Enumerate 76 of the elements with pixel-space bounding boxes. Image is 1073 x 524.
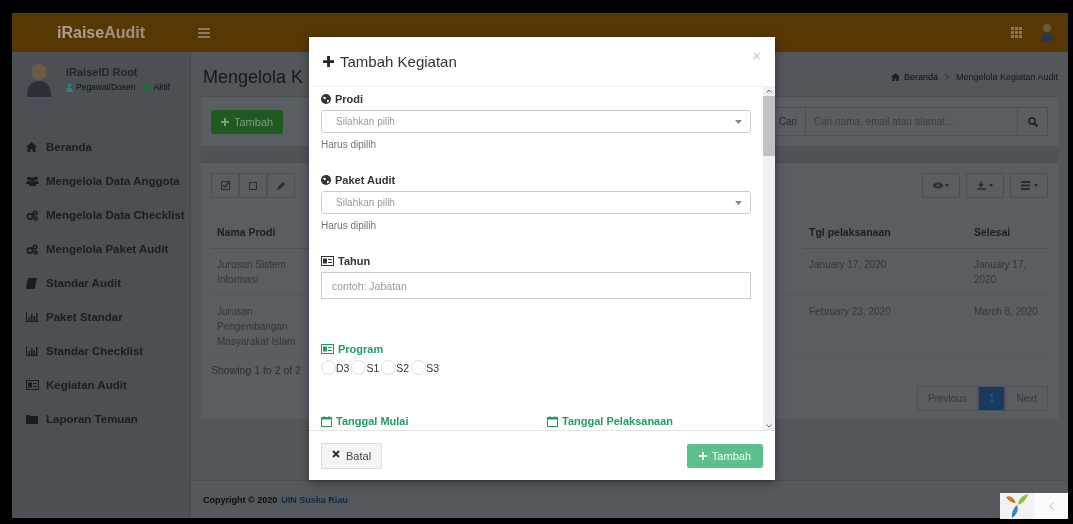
radio-label: D3 bbox=[336, 361, 350, 374]
cancel-button[interactable]: Batal bbox=[321, 442, 383, 469]
book-icon bbox=[26, 277, 37, 289]
breadcrumb-link[interactable]: Beranda bbox=[903, 72, 938, 82]
home-icon bbox=[890, 73, 900, 81]
checked-box-icon bbox=[220, 181, 230, 190]
radio-label: S2 bbox=[396, 361, 410, 374]
home-icon bbox=[26, 142, 37, 152]
user-role: Pegawai/Dosen bbox=[76, 82, 136, 92]
column-header[interactable]: Selesai bbox=[968, 216, 1048, 249]
id-card-icon bbox=[321, 344, 334, 354]
select-field[interactable]: Silahkan pilih bbox=[321, 110, 751, 133]
scroll-up-icon[interactable] bbox=[766, 89, 772, 93]
scroll-thumb[interactable] bbox=[763, 96, 775, 156]
bar-chart-icon bbox=[26, 312, 38, 322]
text-field[interactable]: contoh: Jabatan bbox=[321, 272, 751, 299]
dialog-title: Tambah Kegiatan bbox=[340, 53, 457, 70]
download-icon bbox=[977, 181, 993, 190]
chevron-icon bbox=[1048, 502, 1054, 510]
check-all-button[interactable] bbox=[211, 173, 239, 198]
user-avatar-icon[interactable] bbox=[1040, 22, 1054, 43]
edit-button[interactable] bbox=[267, 173, 295, 198]
select-field[interactable]: Silahkan pilih bbox=[321, 191, 751, 214]
id-card-icon bbox=[26, 380, 39, 390]
field-label: Program bbox=[338, 343, 384, 355]
footer-link[interactable]: UIN Suska Riau bbox=[281, 494, 348, 505]
close-button[interactable]: × bbox=[752, 47, 761, 64]
id-card-icon bbox=[321, 256, 334, 266]
scroll-down-icon[interactable] bbox=[766, 424, 772, 428]
scrollbar[interactable] bbox=[763, 87, 775, 430]
plus-icon bbox=[698, 451, 707, 460]
app-logo[interactable]: iRaiseAudit bbox=[12, 23, 190, 42]
page-title: Mengelola K bbox=[203, 66, 304, 88]
pencil-icon bbox=[277, 181, 285, 190]
column-header[interactable]: Tgl pelaksanaan bbox=[803, 216, 968, 249]
grid-view-dropdown[interactable] bbox=[1010, 173, 1048, 198]
calendar-icon bbox=[321, 415, 332, 427]
field-label: Tanggal Mulai bbox=[336, 415, 409, 427]
field-label: Tanggal Pelaksanaan bbox=[562, 415, 674, 427]
field-label: Tahun bbox=[338, 255, 371, 267]
globe-icon bbox=[321, 175, 331, 185]
uncheck-button[interactable] bbox=[239, 173, 267, 198]
field-label: Prodi bbox=[335, 93, 364, 105]
leaf-logo-icon[interactable] bbox=[1000, 493, 1034, 519]
export-dropdown[interactable] bbox=[966, 173, 1004, 198]
calendar-icon bbox=[547, 415, 558, 427]
globe-icon bbox=[321, 94, 331, 104]
help-text: Harus dipilih bbox=[321, 220, 378, 231]
person-icon bbox=[66, 82, 73, 92]
gears-icon bbox=[26, 243, 38, 255]
breadcrumb-current: Mengelola Kegiatan Audit bbox=[955, 72, 1058, 82]
plus-icon bbox=[323, 56, 334, 67]
chevron-icon bbox=[944, 74, 949, 80]
copyright-text: Copyright © 2020 bbox=[203, 494, 278, 505]
radio-label: S3 bbox=[426, 361, 439, 374]
field-label: Paket Audit bbox=[335, 174, 396, 186]
caret-icon bbox=[735, 119, 742, 124]
eye-icon bbox=[933, 182, 949, 189]
apps-grid-icon[interactable] bbox=[1011, 27, 1022, 38]
plus-icon bbox=[221, 117, 229, 126]
submit-button[interactable]: Tambah bbox=[686, 443, 763, 468]
help-text: Harus dipilih bbox=[321, 139, 378, 150]
avatar-icon bbox=[26, 63, 52, 97]
user-status: Aktif bbox=[153, 82, 171, 92]
menu-icon[interactable] bbox=[198, 27, 210, 38]
users-icon bbox=[26, 176, 39, 186]
add-button[interactable]: Tambah bbox=[211, 109, 284, 134]
bar-chart-icon bbox=[26, 346, 38, 356]
empty-box-icon bbox=[249, 181, 257, 190]
list-icon bbox=[1020, 181, 1038, 190]
columns-visibility-dropdown[interactable] bbox=[922, 173, 960, 198]
gears-icon bbox=[26, 209, 38, 221]
caret-icon bbox=[735, 200, 742, 205]
radio-label: S1 bbox=[366, 361, 380, 374]
folder-icon bbox=[26, 414, 38, 424]
close-icon bbox=[332, 449, 340, 458]
